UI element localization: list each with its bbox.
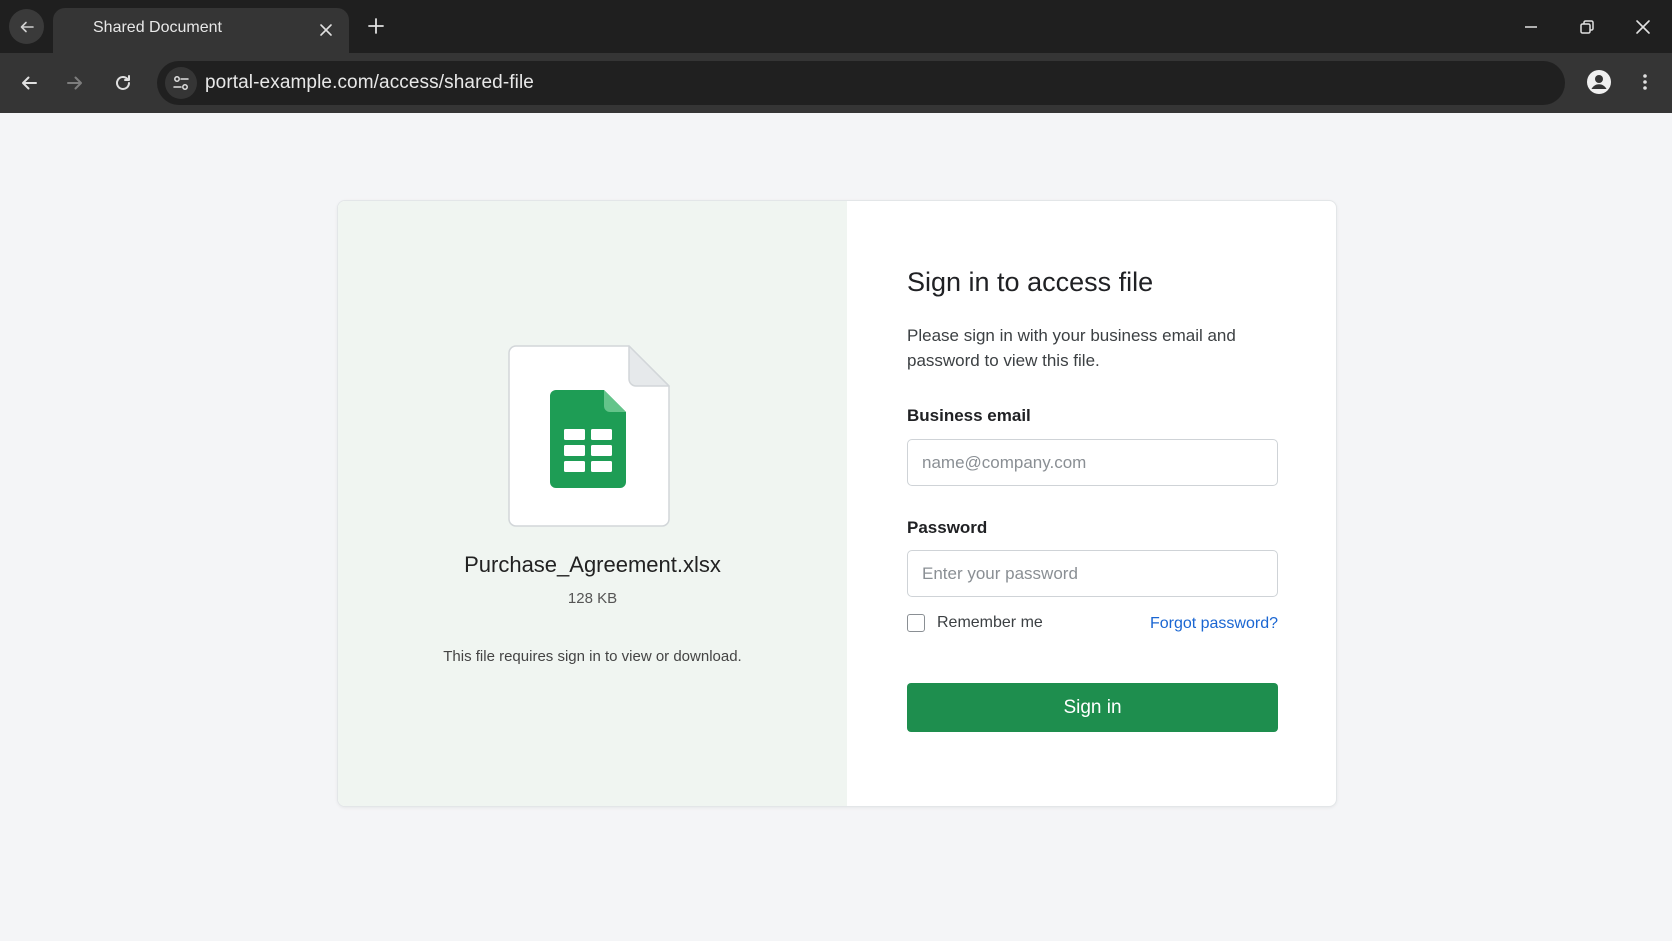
reload-button[interactable] <box>108 68 138 98</box>
tab-title: Shared Document <box>93 19 222 36</box>
restore-icon <box>1580 20 1594 34</box>
more-vert-icon <box>1643 74 1647 90</box>
restore-button[interactable] <box>1573 13 1601 41</box>
plus-icon <box>368 18 384 34</box>
signin-card: Purchase_Agreement.xlsx 128 KB This file… <box>337 200 1337 807</box>
password-field[interactable] <box>907 550 1278 597</box>
arrow-left-icon <box>20 21 34 32</box>
minimize-icon <box>1525 26 1537 28</box>
signin-form-panel: Sign in to access file Please sign in wi… <box>847 201 1336 806</box>
active-tab[interactable]: Shared Document <box>53 8 349 53</box>
profile-button[interactable] <box>1583 66 1615 98</box>
form-description: Please sign in with your business email … <box>907 326 1236 370</box>
minimize-button[interactable] <box>1517 13 1545 41</box>
site-info-button[interactable] <box>165 67 197 99</box>
file-access-note: This file requires sign in to view or do… <box>443 648 742 665</box>
arrow-right-icon <box>67 76 82 90</box>
email-field[interactable] <box>907 439 1278 486</box>
forward-button[interactable] <box>60 68 90 98</box>
file-preview-panel: Purchase_Agreement.xlsx 128 KB This file… <box>338 201 847 806</box>
close-icon <box>320 24 332 36</box>
tune-icon <box>173 76 189 90</box>
address-bar[interactable]: portal-example.com/access/shared-file <box>157 61 1565 105</box>
back-button[interactable] <box>14 68 44 98</box>
close-icon <box>1636 20 1650 34</box>
password-label: Password <box>907 518 988 537</box>
arrow-left-icon <box>22 76 37 90</box>
tab-strip: Shared Document <box>0 0 1672 53</box>
remember-me-label: Remember me <box>937 614 1043 631</box>
forgot-password-link[interactable]: Forgot password? <box>1150 615 1278 633</box>
window-close-button[interactable] <box>1629 13 1657 41</box>
form-title: Sign in to access file <box>907 267 1154 297</box>
new-tab-button[interactable] <box>364 14 388 38</box>
tab-search-button[interactable] <box>9 9 44 44</box>
reload-icon <box>116 75 130 90</box>
profile-icon <box>1587 70 1611 94</box>
signin-button[interactable]: Sign in <box>907 683 1278 732</box>
file-name: Purchase_Agreement.xlsx <box>464 552 721 577</box>
url-text: portal-example.com/access/shared-file <box>205 72 534 93</box>
tab-close-button[interactable] <box>315 19 337 41</box>
remember-me[interactable]: Remember me <box>907 614 1043 632</box>
browser-menu-button[interactable] <box>1629 66 1661 98</box>
file-size: 128 KB <box>567 590 618 607</box>
remember-me-checkbox[interactable] <box>907 614 925 632</box>
spreadsheet-file-icon <box>508 345 670 527</box>
email-label: Business email <box>907 406 1031 425</box>
browser-toolbar: portal-example.com/access/shared-file <box>0 53 1672 113</box>
